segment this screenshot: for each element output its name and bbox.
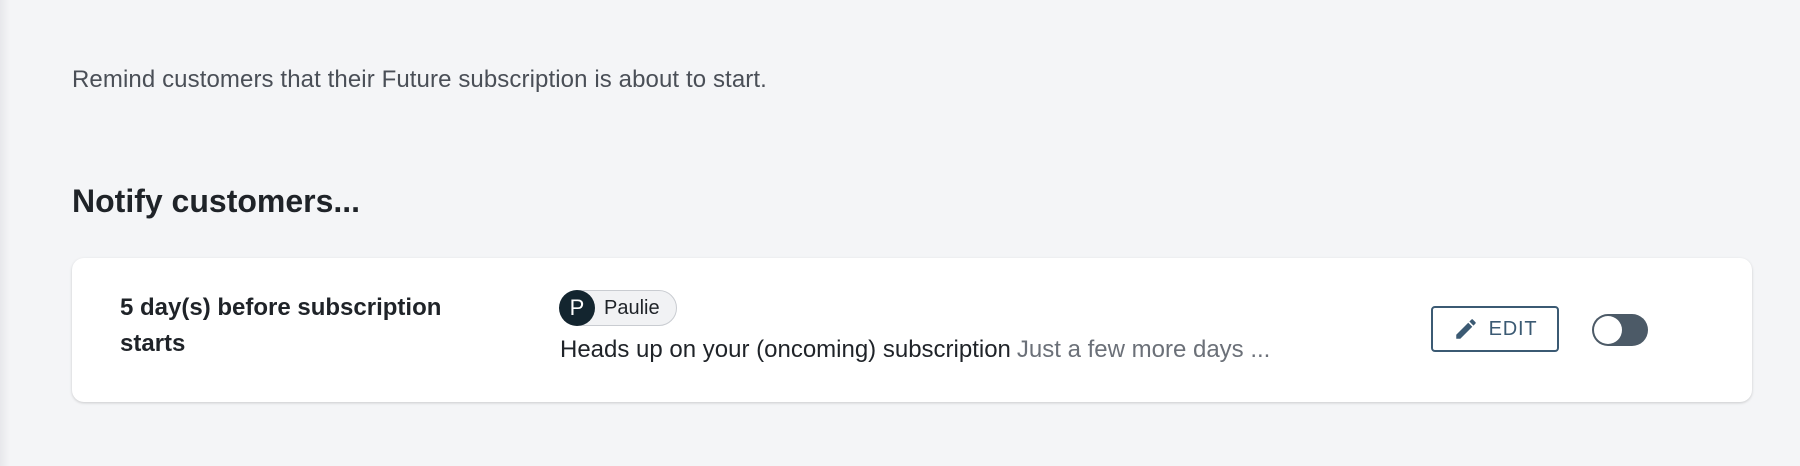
edit-button-label: EDIT [1488, 317, 1538, 340]
sender-name: Paulie [604, 296, 660, 319]
intro-text: Remind customers that their Future subsc… [72, 66, 767, 93]
pencil-icon [1455, 319, 1476, 339]
email-preview: Just a few more days ... [1016, 336, 1271, 363]
section-title: Notify customers... [72, 183, 361, 219]
sender-chip: P Paulie [559, 290, 677, 326]
notification-card: 5 day(s) before subscription starts P Pa… [72, 258, 1752, 402]
avatar: P [559, 290, 595, 326]
message-summary: Heads up on your (oncoming) subscription… [560, 336, 1270, 364]
email-subject: Heads up on your (oncoming) subscription [560, 336, 1011, 363]
notification-timing: 5 day(s) before subscription starts [120, 294, 442, 357]
toggle-knob [1594, 316, 1622, 344]
enable-toggle[interactable] [1592, 314, 1648, 346]
edit-button[interactable]: EDIT [1431, 306, 1559, 352]
left-edge-shadow [0, 0, 10, 466]
